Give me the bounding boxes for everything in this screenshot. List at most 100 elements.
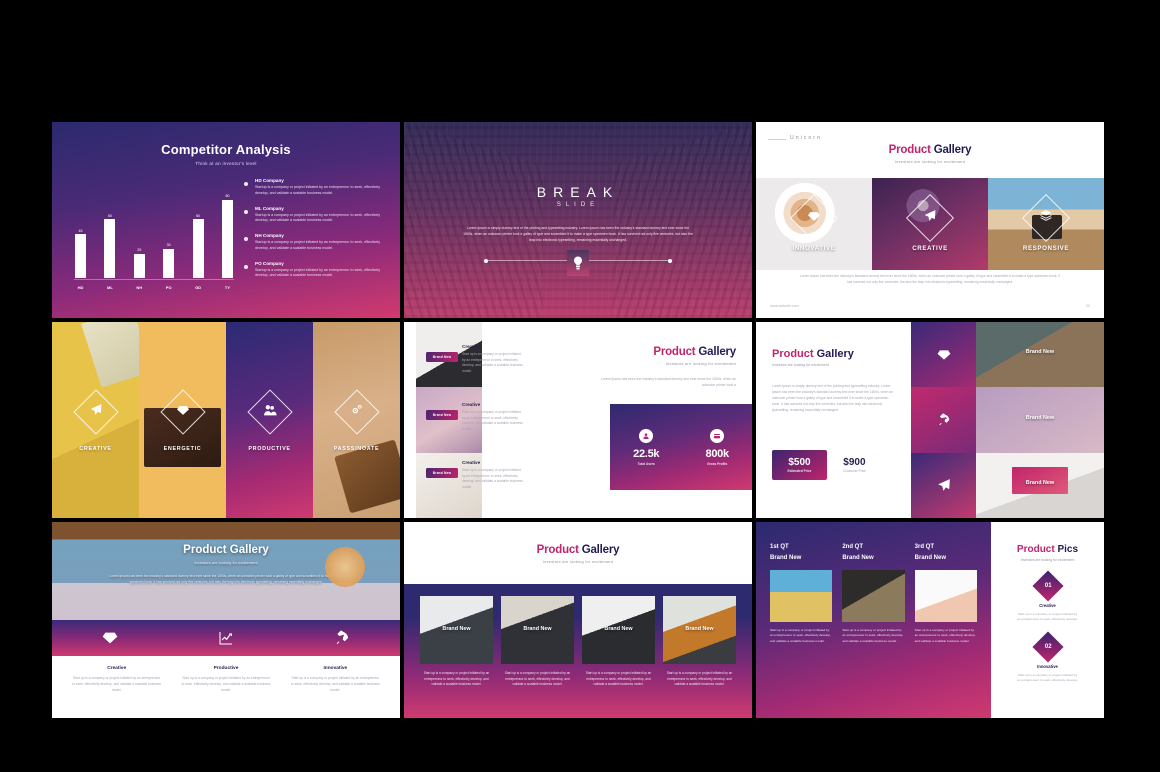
estimated-price-value: $500 [788,457,811,468]
slide-hero-features[interactable]: Product Gallery Investors are looking fo… [52,522,400,718]
gallery-card-label: RESPONSIVE [1022,245,1070,252]
feature-item[interactable]: Productive Start up is a company or proje… [171,666,280,693]
gallery-card[interactable]: Brand New Start up is a company or projec… [420,596,493,688]
estimated-price-card[interactable]: $500 Estimated Price [772,450,827,480]
feature-item[interactable]: Creative Start up is a company or project… [62,666,171,693]
page-subtitle: Investors are looking for excitement [194,560,258,565]
quarter-item[interactable]: 2nd QT Brand New Start up is a company or … [842,544,905,644]
stat-block: 800k Gross Profits [705,428,730,466]
feature-title: Productive [213,666,239,671]
item-title: Creative [1039,603,1056,608]
list-item[interactable]: ML Company Startup is a company or projec… [244,206,382,225]
gallery-card[interactable]: Brand New Start up is a company or projec… [663,596,736,688]
chart-bar-group: 25 [133,186,146,278]
stat-value: 800k [705,447,730,460]
gallery-card-label: CREATIVE [912,245,948,252]
consumer-price-card[interactable]: $900 Consumer Price [843,457,866,473]
title-accent: Product [536,544,579,556]
list-item-title: NH Company [255,233,284,238]
paper-plane-icon [89,403,102,421]
card-text: Start up is a company or project initiat… [423,671,490,687]
page-subtitle: Investors are looking for excitement [542,559,614,564]
slide-break[interactable]: BREAK SLIDE Lorem Ipsum is simply dummy … [404,122,752,318]
quarter-title: Brand New [914,555,946,561]
quarter-image [770,570,833,622]
feature-column[interactable]: CREATIVE [52,322,139,518]
product-pics-panel: Product Pics Investors are looking for e… [991,522,1104,718]
stat-label: Total Users [637,461,655,466]
slide-gallery-cards[interactable]: Product Gallery Investors are looking fo… [404,522,752,718]
competitor-legend-list: HD Company Startup is a company or projec… [244,178,382,288]
feature-list: Creative Start up is a company or project… [52,656,400,693]
quarter-text: Start up is a company or project initiat… [770,628,831,643]
bar-value-label: 25 [137,248,142,253]
chart-bar-group: 60 [103,186,116,278]
numbered-item[interactable]: 01 Creative Start up is a company or proje… [1003,570,1092,623]
gallery-card[interactable]: RESPONSIVE [988,178,1104,270]
bullet-icon [244,264,248,269]
list-item[interactable]: NH Company Startup is a company or projec… [244,233,382,252]
status-badge: Brand New [426,352,458,362]
item-title: Innovative [1037,663,1058,669]
slide-gallery-stats[interactable]: Brand New Creative Start up is a company o… [404,322,752,518]
title-main: Gallery [816,348,854,360]
slide-product-gallery-unicorn[interactable]: Unicorn Product Gallery Investors are lo… [756,122,1104,318]
page-subtitle: Investors are looking for excitement [665,361,736,366]
bar-value-label: 45 [78,228,83,233]
break-title: BREAK [536,184,620,200]
list-item-title: ML Company [255,205,284,211]
quarter-image [914,570,977,622]
slide-competitor-analysis[interactable]: Competitor Analysis Think at an investor… [52,122,400,318]
rocket-icon [911,387,976,453]
brand-name: Unicorn [790,135,822,141]
quarter-list: 1st QT Brand New Start up is a company or … [770,544,977,644]
list-item[interactable]: HD Company Startup is a company or projec… [244,178,382,197]
brand-new-label: Brand New [1025,480,1055,487]
list-item-text: Startup is a company or project initiate… [255,212,380,223]
footer-url[interactable]: www.website.com [770,304,799,308]
chart-bar [104,219,116,278]
consumer-price-label: Consumer Price [843,469,866,473]
feature-item[interactable]: Innovative Start up is a company or proje… [281,666,390,693]
feature-column[interactable]: PASSSINOATE [313,322,400,518]
list-item[interactable]: PO Company Startup is a company or projec… [244,261,382,280]
slide-product-pics[interactable]: 1st QT Brand New Start up is a company or … [756,522,1104,718]
quarter-item[interactable]: 3rd QT Brand New Start up is a company or … [914,544,977,644]
gallery-card[interactable]: CREATIVE [872,178,988,270]
card-image: Brand New [582,596,655,664]
gears-icon [350,403,363,421]
bar-value-label: 80 [225,194,230,199]
color-overlay [404,122,752,318]
slide-pricing[interactable]: Product Gallery Investors are looking fo… [756,322,1104,518]
chart-x-tick: NH [136,285,143,290]
gallery-header: Product Gallery Investors are looking fo… [404,522,752,584]
gallery-card[interactable]: Brand New Start up is a company or projec… [582,596,655,688]
pricing-left: Product Gallery Investors are looking fo… [756,322,911,518]
stat-label: Gross Profits [707,461,728,466]
feature-column[interactable]: PRODUCTIVE [226,322,313,518]
body-paragraph: Lorem Ipsum is simply dummy text of the … [772,384,894,413]
product-image-1[interactable]: Brand New [976,322,1104,388]
chart-bar [133,253,145,278]
feature-row-text: Start up is a company or project initiat… [462,410,523,431]
feature-column[interactable]: ENERGETIC [139,322,226,518]
number-diamond-badge: 02 [1031,630,1064,663]
product-image-2[interactable]: Brand New [976,387,1104,453]
numbered-item[interactable]: 02 Innovative Start up is a company or pro… [1003,630,1092,684]
number-diamond-badge: 01 [1031,570,1064,602]
users-icon [639,428,654,443]
list-item-text: Startup is a company or project initiate… [255,267,380,278]
title-accent: Product [1016,544,1055,555]
list-item-text: Startup is a company or project initiate… [255,240,380,250]
gallery-card[interactable]: Brand New Start up is a company or projec… [501,596,574,688]
page-title: Competitor Analysis [161,142,291,157]
chart-x-labels: HD ML NH PO GD TY [74,285,234,290]
paper-plane-icon [924,209,937,227]
quarter-item[interactable]: 1st QT Brand New Start up is a company or … [770,544,833,644]
gallery-card[interactable]: INNOVATIVE [756,178,872,270]
product-image-3[interactable]: Brand New [976,452,1104,518]
item-number: 01 [1044,583,1051,589]
slide-four-columns[interactable]: CREATIVE ENERGETIC PRODUCTIVE PASSSINOATE [52,322,400,518]
card-image: Brand New [501,596,574,664]
feature-row-title: Creative [462,402,481,407]
